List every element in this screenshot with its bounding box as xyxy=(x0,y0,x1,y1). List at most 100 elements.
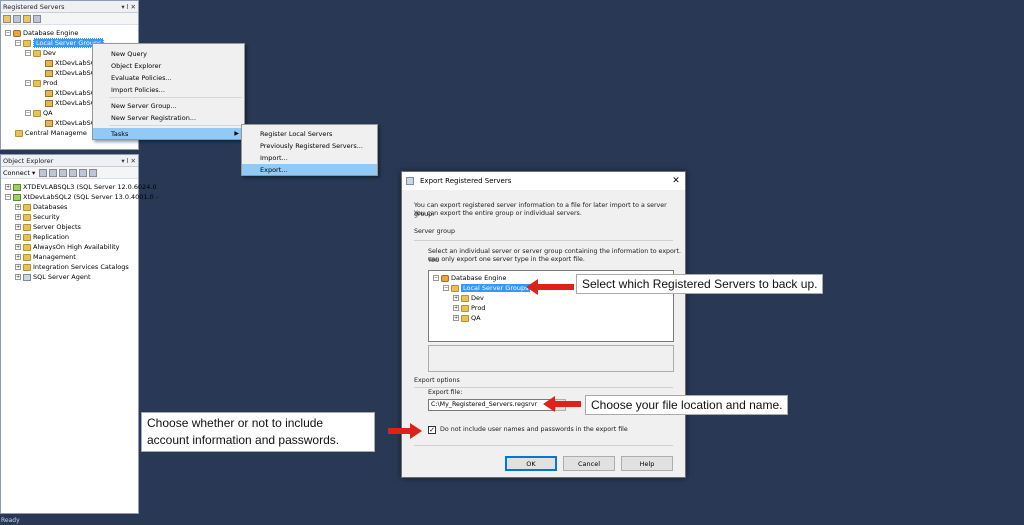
expand-icon[interactable]: + xyxy=(15,254,21,260)
export-registered-servers-dialog: Export Registered Servers ✕ You can expo… xyxy=(401,171,686,478)
connect-icon[interactable] xyxy=(39,168,48,177)
expand-icon[interactable]: + xyxy=(453,315,459,321)
tree-node-server-objects[interactable]: + Server Objects xyxy=(15,222,81,232)
expand-icon[interactable]: + xyxy=(15,204,21,210)
collapse-icon[interactable]: − xyxy=(443,285,449,291)
object-explorer-panel: Object Explorer ▾ ⅼ ✕ Connect ▾ + XTDEVL… xyxy=(0,154,158,514)
menu-item-import[interactable]: Import... xyxy=(242,152,377,163)
menu-item-previously-registered[interactable]: Previously Registered Servers... xyxy=(242,140,377,151)
tree-node-prod[interactable]: + Prod xyxy=(453,303,485,313)
tree-node-dev[interactable]: − Dev xyxy=(25,48,56,58)
tree-node-server-1[interactable]: + XTDEVLABSQL3 (SQL Server 12.0.6024.0 xyxy=(5,182,157,192)
folder-icon xyxy=(33,49,41,57)
server-icon xyxy=(45,89,53,97)
arrow-to-server-groups xyxy=(526,279,574,295)
arrow-to-export-file xyxy=(543,396,581,412)
tree-node-security[interactable]: + Security xyxy=(15,212,60,222)
collapse-icon[interactable]: − xyxy=(25,80,31,86)
reporting-services-icon[interactable] xyxy=(23,14,31,23)
tree-node-server[interactable]: XtDevLabSC xyxy=(45,88,95,98)
tree-node-management[interactable]: + Management xyxy=(15,252,76,262)
tree-node-replication[interactable]: + Replication xyxy=(15,232,69,242)
collapse-icon[interactable]: − xyxy=(25,50,31,56)
folder-icon xyxy=(451,284,459,292)
collapse-icon[interactable]: − xyxy=(5,194,11,200)
export-file-input[interactable]: C:\My_Registered_Servers.regsrvr xyxy=(428,399,554,411)
help-button[interactable]: Help xyxy=(621,456,673,471)
close-icon[interactable]: ✕ xyxy=(667,176,685,186)
tree-node-server[interactable]: XtDevLabSC xyxy=(45,58,95,68)
tree-node-dev[interactable]: + Dev xyxy=(453,293,484,303)
collapse-icon[interactable]: − xyxy=(5,30,11,36)
expand-icon[interactable]: + xyxy=(15,264,21,270)
disconnect-icon[interactable] xyxy=(49,168,58,177)
folder-icon xyxy=(461,294,469,302)
analysis-services-icon[interactable] xyxy=(13,14,21,23)
tree-node-qa[interactable]: − QA xyxy=(25,108,53,118)
expand-icon[interactable]: + xyxy=(15,214,21,220)
panel-controls[interactable]: ▾ ⅼ ✕ xyxy=(121,3,138,11)
menu-item-register-local-servers[interactable]: Register Local Servers xyxy=(242,128,377,139)
object-explorer-title: Object Explorer xyxy=(3,156,54,165)
registered-servers-toolbar xyxy=(1,13,138,25)
registered-servers-titlebar: Registered Servers ▾ ⅼ ✕ xyxy=(1,1,138,13)
callout-file-location: Choose your file location and name. xyxy=(585,395,789,415)
callout-select-servers: Select which Registered Servers to back … xyxy=(576,274,824,294)
server-icon xyxy=(45,69,53,77)
connect-button[interactable]: Connect ▾ xyxy=(3,169,35,177)
integration-services-icon[interactable] xyxy=(33,14,41,23)
expand-icon[interactable]: + xyxy=(15,274,21,280)
ok-button[interactable]: OK xyxy=(505,456,557,471)
tree-node-qa[interactable]: + QA xyxy=(453,313,481,323)
tree-node-alwayson[interactable]: + AlwaysOn High Availability xyxy=(15,242,120,252)
tree-node-sql-server-agent[interactable]: + SQL Server Agent xyxy=(15,272,91,282)
expand-icon[interactable]: + xyxy=(15,244,21,250)
collapse-icon[interactable]: − xyxy=(15,40,21,46)
tree-node-prod[interactable]: − Prod xyxy=(25,78,57,88)
menu-item-new-query[interactable]: New Query xyxy=(93,48,244,59)
filter-icon[interactable] xyxy=(69,168,78,177)
object-explorer-toolbar: Connect ▾ xyxy=(1,167,138,179)
tree-node-server-2[interactable]: − XtDevLabSQL2 (SQL Server 13.0.4001.0 - xyxy=(5,192,158,202)
collapse-icon[interactable]: − xyxy=(433,275,439,281)
tree-node-local-server-groups[interactable]: − Local Server Groups xyxy=(443,283,531,293)
database-engine-icon[interactable] xyxy=(3,14,11,23)
cancel-button[interactable]: Cancel xyxy=(563,456,615,471)
tree-node-server[interactable]: XtDevLabSC xyxy=(45,68,95,78)
folder-icon xyxy=(33,79,41,87)
expand-icon[interactable]: + xyxy=(5,184,11,190)
folder-icon xyxy=(23,213,31,221)
folder-icon xyxy=(23,243,31,251)
expand-icon[interactable]: + xyxy=(15,224,21,230)
tree-node-integration-services[interactable]: + Integration Services Catalogs xyxy=(15,262,129,272)
server-group-label: Server group xyxy=(414,228,455,235)
stop-icon[interactable] xyxy=(59,168,68,177)
tasks-submenu: Register Local Servers Previously Regist… xyxy=(241,124,378,176)
activity-monitor-icon[interactable] xyxy=(89,168,98,177)
tree-node-database-engine[interactable]: − Database Engine xyxy=(433,273,506,283)
expand-icon[interactable]: + xyxy=(453,305,459,311)
description-box xyxy=(428,345,674,372)
tree-node-databases[interactable]: + Databases xyxy=(15,202,67,212)
collapse-icon[interactable]: − xyxy=(25,110,31,116)
menu-item-new-server-registration[interactable]: New Server Registration... xyxy=(93,112,244,123)
divider xyxy=(414,240,673,241)
panel-controls[interactable]: ▾ ⅼ ✕ xyxy=(121,157,138,165)
tree-node-central-management[interactable]: Central Manageme xyxy=(15,128,87,138)
registered-servers-title: Registered Servers xyxy=(3,2,65,11)
dialog-title: Export Registered Servers xyxy=(420,177,512,185)
menu-item-import-policies[interactable]: Import Policies... xyxy=(93,84,244,95)
expand-icon[interactable]: + xyxy=(453,295,459,301)
exclude-credentials-checkbox[interactable]: ✓ xyxy=(428,426,436,434)
menu-item-new-server-group[interactable]: New Server Group... xyxy=(93,100,244,111)
menu-item-export[interactable]: Export... xyxy=(242,164,377,175)
tree-node-database-engine[interactable]: − Database Engine xyxy=(5,28,78,38)
expand-icon[interactable]: + xyxy=(15,234,21,240)
menu-item-object-explorer[interactable]: Object Explorer xyxy=(93,60,244,71)
tree-node-server[interactable]: XtDevLabSC xyxy=(45,118,95,128)
menu-separator xyxy=(109,125,242,126)
menu-item-evaluate-policies[interactable]: Evaluate Policies... xyxy=(93,72,244,83)
menu-item-tasks[interactable]: Tasks ▶ xyxy=(93,128,244,139)
tree-node-server[interactable]: XtDevLabSC xyxy=(45,98,95,108)
refresh-icon[interactable] xyxy=(79,168,88,177)
